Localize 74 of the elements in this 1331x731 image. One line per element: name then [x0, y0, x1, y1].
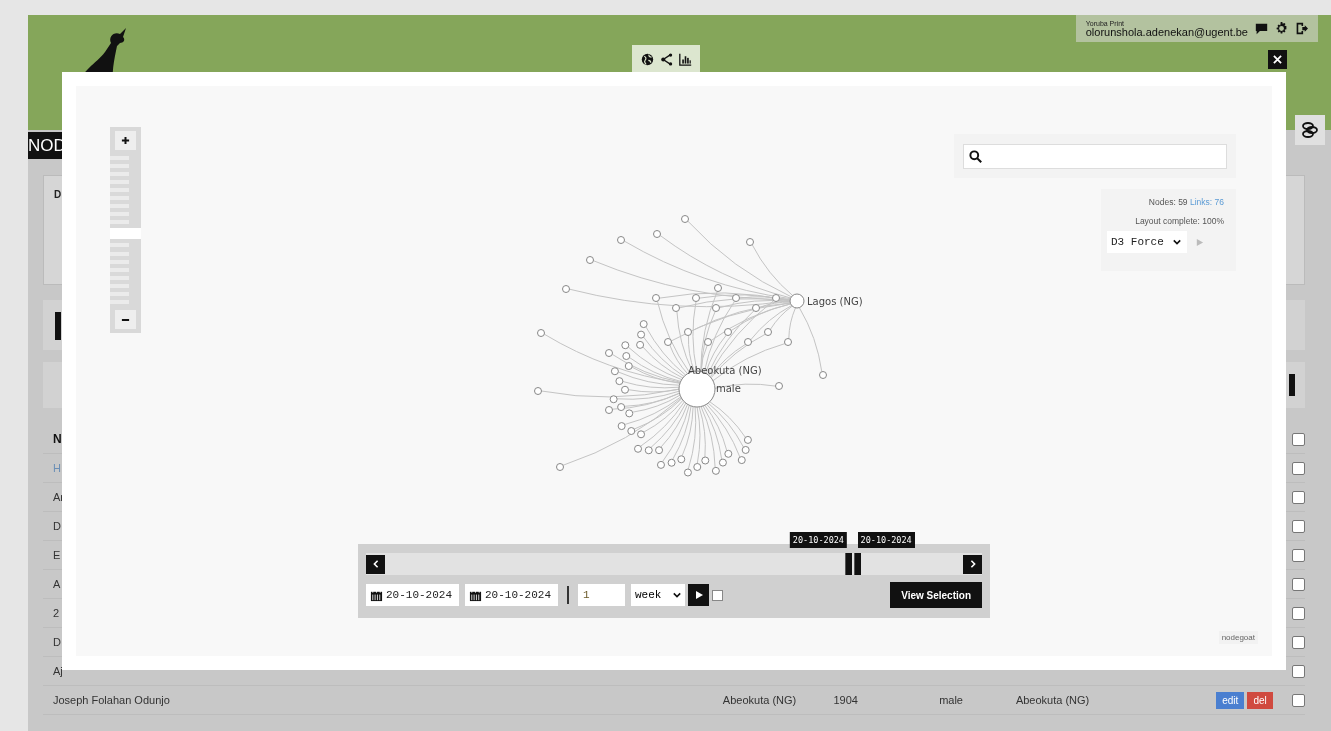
- checkbox[interactable]: [1292, 548, 1305, 562]
- checkbox[interactable]: [1292, 664, 1305, 678]
- node-label: male: [716, 383, 741, 394]
- checkbox[interactable]: [1292, 490, 1305, 504]
- chevron-right-icon: [968, 559, 977, 569]
- previous-button[interactable]: [366, 554, 385, 574]
- zoom-out-button[interactable]: [115, 310, 136, 329]
- chat-icon[interactable]: [1255, 22, 1268, 35]
- zoom-slider[interactable]: [110, 127, 141, 333]
- step-field[interactable]: 1: [578, 584, 625, 606]
- checkbox[interactable]: [1292, 519, 1305, 533]
- table-cell: Abeokuta (NG): [1015, 694, 1090, 706]
- sign-out-icon[interactable]: [1295, 22, 1308, 35]
- user-email: olorunshola.adenekan@ugent.be: [1085, 26, 1248, 38]
- chevron-down-icon: [1173, 238, 1181, 246]
- table-cell-text: Aj: [52, 665, 64, 677]
- search-field[interactable]: [963, 143, 1227, 169]
- start-date-field[interactable]: 20-10-2024: [366, 584, 459, 606]
- range-handle[interactable]: [845, 553, 852, 575]
- table-cell: male: [939, 694, 963, 706]
- panel-title: D: [54, 189, 62, 200]
- checkbox[interactable]: [712, 589, 723, 601]
- date-tooltip: 20-10-2024: [857, 532, 915, 548]
- table-cell-text: E: [52, 549, 62, 561]
- end-date-field[interactable]: 20-10-2024: [465, 584, 558, 606]
- date-tooltip: 20-10-2024: [789, 532, 847, 548]
- plus-icon: [121, 136, 130, 145]
- checkbox[interactable]: [1292, 461, 1305, 475]
- share-icon[interactable]: [659, 52, 673, 66]
- minus-icon: [121, 318, 130, 321]
- checkbox[interactable]: [1292, 432, 1305, 446]
- calendar-icon: [370, 588, 383, 602]
- next-button[interactable]: [963, 554, 982, 574]
- zoom-in-button[interactable]: [115, 131, 136, 150]
- play-icon: [693, 590, 704, 600]
- graph-edge: [798, 307, 823, 373]
- layout-status: Layout complete: 100%: [1135, 216, 1224, 226]
- table-cell-text: 2: [52, 607, 61, 619]
- table-cell-text: D: [52, 636, 62, 648]
- view-selection-button[interactable]: View Selection: [890, 582, 982, 608]
- checkbox[interactable]: [1292, 606, 1305, 620]
- zoom-thumb[interactable]: [110, 228, 141, 240]
- column-header: N: [52, 432, 63, 446]
- table-cell-text: A: [52, 578, 62, 590]
- table-cell: 1904: [833, 694, 858, 706]
- table-cell-text: H: [52, 462, 62, 474]
- node-count: Nodes: 59: [1148, 197, 1188, 207]
- edit-button[interactable]: edit: [1216, 691, 1245, 709]
- bar-chart-icon[interactable]: [678, 52, 692, 66]
- coins-icon: [1301, 122, 1319, 138]
- play-button[interactable]: [688, 584, 709, 606]
- range-handle[interactable]: [853, 553, 861, 575]
- checkbox[interactable]: [1292, 577, 1305, 591]
- chevron-left-icon: [371, 559, 380, 569]
- globe-icon[interactable]: [640, 52, 654, 66]
- link-count: Links: 76: [1189, 197, 1224, 207]
- node-label: Abeokuta (NG): [688, 365, 762, 376]
- chevron-down-icon: [673, 591, 681, 599]
- checkbox[interactable]: [1292, 635, 1305, 649]
- settings-icon[interactable]: [1275, 22, 1288, 35]
- search-icon: [969, 149, 982, 163]
- table-cell-text: D: [52, 520, 62, 532]
- table-cell: Abeokuta (NG): [722, 694, 797, 706]
- calendar-icon: [469, 588, 482, 602]
- node-label: Lagos (NG): [807, 296, 863, 307]
- close-icon: [1273, 55, 1282, 64]
- table-cell-text: Joseph Folahan Odunjo: [52, 694, 171, 706]
- layout-select[interactable]: D3 Force: [1107, 231, 1187, 253]
- close-button[interactable]: [1268, 50, 1287, 69]
- side-tab[interactable]: [1295, 115, 1325, 145]
- checkbox[interactable]: [1292, 693, 1305, 707]
- delete-button[interactable]: del: [1247, 691, 1273, 709]
- unit-select[interactable]: week: [631, 584, 685, 606]
- brand-label: nodegoat: [1218, 631, 1258, 644]
